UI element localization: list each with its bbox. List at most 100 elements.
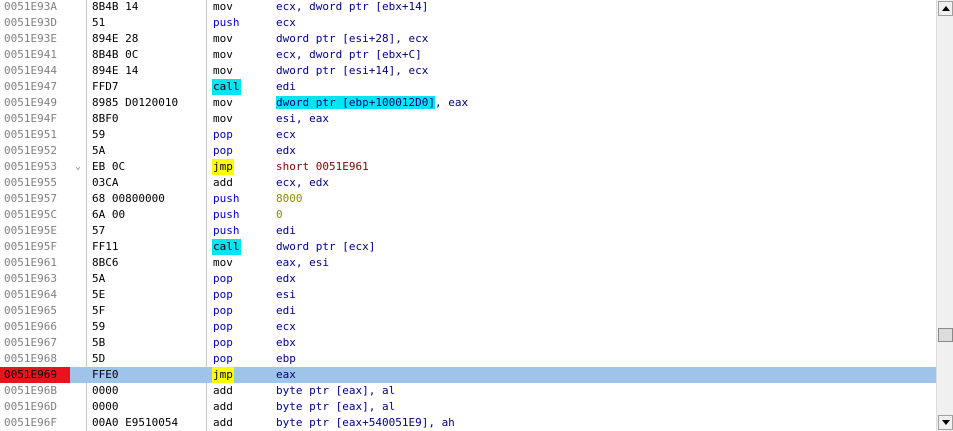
instruction-row[interactable]: 0051E947 FFD7 call edi <box>0 79 936 95</box>
jump-arrow-icon <box>70 127 86 143</box>
hex-bytes-cell: 51 <box>92 16 106 29</box>
selected-instruction-row[interactable]: 0051E969 FFE0 jmp eax <box>0 367 936 383</box>
instruction-row[interactable]: 0051E951 59 pop ecx <box>0 127 936 143</box>
operands-cell: ebp <box>276 352 296 365</box>
scrollbar-thumb[interactable] <box>938 328 953 342</box>
instruction-row[interactable]: 0051E952 5A pop edx <box>0 143 936 159</box>
operands-cell: byte ptr [eax+540051E9], ah <box>276 416 455 429</box>
mnemonic-cell: pop <box>213 144 233 157</box>
mnemonic-cell: mov <box>213 256 233 269</box>
jump-arrow-icon <box>70 223 86 239</box>
jump-arrow-icon <box>70 239 86 255</box>
instruction-row[interactable]: 0051E93D 51 push ecx <box>0 15 936 31</box>
mnemonic-cell: mov <box>213 48 233 61</box>
operands-cell: edx <box>276 144 296 157</box>
instruction-row[interactable]: 0051E953 ⌄ EB 0C jmp short 0051E961 <box>0 159 936 175</box>
jump-arrow-icon <box>70 367 86 383</box>
instruction-row[interactable]: 0051E964 5E pop esi <box>0 287 936 303</box>
hex-bytes-cell: 8BF0 <box>92 112 119 125</box>
operands-cell: edx <box>276 272 296 285</box>
address-cell: 0051E952 <box>4 144 57 157</box>
operands-cell: ecx <box>276 128 296 141</box>
jump-arrow-icon <box>70 415 86 431</box>
instruction-row[interactable]: 0051E941 8B4B 0C mov ecx, dword ptr [ebx+C] <box>0 47 936 63</box>
operands-cell: dword ptr [ecx] <box>276 240 376 253</box>
hex-bytes-cell: 8985 D0120010 <box>92 96 179 109</box>
mnemonic-cell: mov <box>213 96 233 109</box>
operands-cell: dword ptr [esi+14], ecx <box>276 64 429 77</box>
hex-bytes-cell: FFE0 <box>92 368 119 381</box>
instruction-row[interactable]: 0051E95E 57 push edi <box>0 223 936 239</box>
jump-arrow-icon <box>70 271 86 287</box>
hex-bytes-cell: 5A <box>92 272 106 285</box>
hex-bytes-cell: 0000 <box>92 384 119 397</box>
instruction-row[interactable]: 0051E957 68 00800000 push 8000 <box>0 191 936 207</box>
jump-arrow-icon <box>70 31 86 47</box>
instruction-row[interactable]: 0051E96B 0000 add byte ptr [eax], al <box>0 383 936 399</box>
instruction-row[interactable]: 0051E93E 894E 28 mov dword ptr [esi+28], ec… <box>0 31 936 47</box>
address-cell: 0051E957 <box>4 192 57 205</box>
mnemonic-cell: add <box>213 400 233 413</box>
hex-bytes-cell: 57 <box>92 224 106 237</box>
hex-bytes-cell: 8B4B 14 <box>92 0 139 13</box>
instruction-row[interactable]: 0051E966 59 pop ecx <box>0 319 936 335</box>
mnemonic-cell: push <box>213 224 240 237</box>
address-cell: 0051E951 <box>4 128 57 141</box>
hex-bytes-cell: 03CA <box>92 176 119 189</box>
hex-bytes-cell: FFD7 <box>92 80 119 93</box>
address-cell: 0051E947 <box>4 80 57 93</box>
mnemonic-cell: add <box>213 416 233 429</box>
jump-arrow-icon <box>70 79 86 95</box>
scroll-down-button[interactable] <box>938 415 953 430</box>
jump-arrow-icon <box>70 175 86 191</box>
instruction-row[interactable]: 0051E94F 8BF0 mov esi, eax <box>0 111 936 127</box>
address-cell: 0051E941 <box>4 48 57 61</box>
vertical-scrollbar[interactable] <box>936 0 953 431</box>
hex-bytes-cell: FF11 <box>92 240 119 253</box>
address-cell: 0051E953 <box>4 160 57 173</box>
address-cell: 0051E95E <box>4 224 57 237</box>
instruction-row[interactable]: 0051E93A 8B4B 14 mov ecx, dword ptr [ebx+14… <box>0 0 936 15</box>
hex-bytes-cell: 0000 <box>92 400 119 413</box>
instruction-row[interactable]: 0051E949 8985 D0120010 mov dword ptr [ebp+1… <box>0 95 936 111</box>
mnemonic-cell: call <box>212 239 241 255</box>
hex-bytes-cell: 8BC6 <box>92 256 119 269</box>
scroll-up-button[interactable] <box>938 1 953 16</box>
hex-bytes-cell: 00A0 E9510054 <box>92 416 179 429</box>
instruction-row[interactable]: 0051E963 5A pop edx <box>0 271 936 287</box>
instruction-row[interactable]: 0051E967 5B pop ebx <box>0 335 936 351</box>
address-cell: 0051E968 <box>4 352 57 365</box>
jump-arrow-icon <box>70 351 86 367</box>
hex-bytes-cell: 8B4B 0C <box>92 48 139 61</box>
operands-cell: edi <box>276 80 296 93</box>
address-cell: 0051E96D <box>4 400 57 413</box>
instruction-row[interactable]: 0051E95C 6A 00 push 0 <box>0 207 936 223</box>
highlighted-operand: dword ptr [ebp+100012D0] <box>276 96 435 109</box>
instruction-row[interactable]: 0051E961 8BC6 mov eax, esi <box>0 255 936 271</box>
instruction-row[interactable]: 0051E965 5F pop edi <box>0 303 936 319</box>
jump-arrow-icon <box>70 319 86 335</box>
operands-cell: 8000 <box>276 192 303 205</box>
operands-cell: ecx, dword ptr [ebx+14] <box>276 0 429 13</box>
hex-bytes-cell: 5E <box>92 288 106 301</box>
operand-rest: , eax <box>434 96 469 109</box>
mnemonic-cell: jmp <box>212 159 234 175</box>
address-cell: 0051E964 <box>4 288 57 301</box>
address-cell: 0051E967 <box>4 336 57 349</box>
instruction-row[interactable]: 0051E96D 0000 add byte ptr [eax], al <box>0 399 936 415</box>
instruction-row[interactable]: 0051E955 03CA add ecx, edx <box>0 175 936 191</box>
operands-cell: eax <box>276 368 296 381</box>
jump-arrow-icon <box>70 63 86 79</box>
address-cell: 0051E96B <box>4 384 57 397</box>
address-cell: 0051E955 <box>4 176 57 189</box>
instruction-row[interactable]: 0051E944 894E 14 mov dword ptr [esi+14], ec… <box>0 63 936 79</box>
address-cell: 0051E95C <box>4 208 57 221</box>
instruction-row[interactable]: 0051E95F FF11 call dword ptr [ecx] <box>0 239 936 255</box>
address-cell: 0051E963 <box>4 272 57 285</box>
instruction-row[interactable]: 0051E968 5D pop ebp <box>0 351 936 367</box>
instruction-row[interactable]: 0051E96F 00A0 E9510054 add byte ptr [eax+54… <box>0 415 936 431</box>
hex-bytes-cell: 6A 00 <box>92 208 126 221</box>
disassembly-view[interactable]: 0051E93A 8B4B 14 mov ecx, dword ptr [ebx+14… <box>0 0 936 431</box>
hex-bytes-cell: 68 00800000 <box>92 192 165 205</box>
hex-bytes-cell: 59 <box>92 128 106 141</box>
